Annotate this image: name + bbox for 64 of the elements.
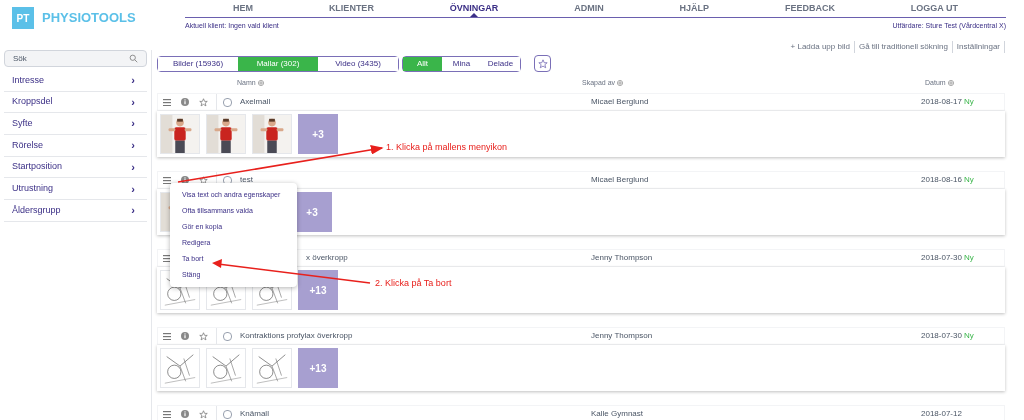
logo-text: PHYSIOTOOLS (42, 9, 136, 28)
nav-tab[interactable]: HJÄLP (679, 1, 710, 16)
chevron-icon: › (131, 202, 135, 219)
template-name: x överkropp (306, 253, 348, 262)
annotation-text: 2. Klicka på Ta bort (375, 277, 452, 290)
checkbox[interactable] (223, 97, 232, 107)
star-icon[interactable] (198, 175, 208, 185)
new-label: Ny (963, 175, 974, 184)
checkbox[interactable] (223, 409, 232, 419)
date: 2018-08-16 (921, 175, 962, 184)
filter-item[interactable]: Rörelse › (4, 135, 147, 157)
template-name: Knämall (240, 409, 269, 418)
filter-item[interactable]: Åldersgrupp › (4, 200, 147, 222)
info-icon[interactable] (181, 332, 189, 340)
chevron-icon: › (131, 72, 135, 89)
new-label: Ny (963, 97, 974, 106)
search-field[interactable]: Sök (4, 50, 147, 67)
star-icon (537, 58, 548, 69)
template-name: Axelmall (240, 97, 271, 106)
favorites-button[interactable] (534, 55, 551, 72)
info-icon[interactable] (181, 98, 189, 106)
chevron-icon: › (131, 115, 135, 132)
date: 2018-08-17 (921, 97, 962, 106)
template-name: Kontraktions profylax överkropp (240, 331, 353, 340)
nav-tab[interactable]: FEEDBACK (784, 1, 835, 16)
new-label: Ny (963, 331, 974, 340)
nav-tab[interactable]: ADMIN (574, 1, 604, 16)
sort-icon[interactable] (257, 80, 264, 86)
checkbox[interactable] (223, 331, 232, 341)
nav-tab[interactable]: KLIENTER (328, 1, 374, 16)
author: Jenny Thompson (591, 330, 654, 342)
author: Micael Berglund (591, 174, 650, 186)
info-icon[interactable] (181, 410, 189, 418)
annotation-text: 1. Klicka på mallens menyikon (386, 141, 508, 154)
nav-tab[interactable]: ÖVNINGAR (449, 1, 499, 16)
toolbar-link[interactable]: Gå till traditionell sökning (858, 41, 953, 53)
author: Jenny Thompson (591, 252, 654, 264)
chevron-icon: › (131, 158, 135, 176)
date: 2018-07-30 (921, 331, 962, 340)
template-name: test (240, 175, 253, 184)
toolbar-link[interactable]: + Ladda upp bild (790, 41, 855, 53)
search-icon (129, 54, 138, 63)
star-icon[interactable] (198, 409, 208, 419)
new-label: Ny (963, 253, 974, 262)
sort-icon[interactable] (617, 80, 624, 86)
logo-badge: PT (12, 7, 34, 29)
chevron-icon: › (131, 93, 135, 111)
star-icon[interactable] (198, 331, 208, 341)
date: 2018-07-30 (921, 253, 962, 262)
filter-item[interactable]: Syfte › (4, 113, 147, 136)
toolbar-link[interactable]: Inställningar (956, 41, 1005, 53)
author: Micael Berglund (591, 96, 650, 108)
date: 2018-07-12 (921, 409, 962, 418)
filter-item[interactable]: Utrustning › (4, 178, 147, 201)
chevron-icon: › (131, 137, 135, 154)
filter-item[interactable]: Intresse › (4, 70, 147, 92)
nav-tab[interactable]: HEM (233, 1, 253, 16)
star-icon[interactable] (198, 97, 208, 107)
filter-item[interactable]: Startposition › (4, 156, 147, 179)
author: Kalle Gymnast (591, 408, 645, 420)
chevron-icon: › (131, 180, 135, 198)
sort-icon[interactable] (947, 80, 954, 86)
nav-tab[interactable]: LOGGA UT (910, 1, 958, 16)
filter-item[interactable]: Kroppsdel › (4, 91, 147, 114)
